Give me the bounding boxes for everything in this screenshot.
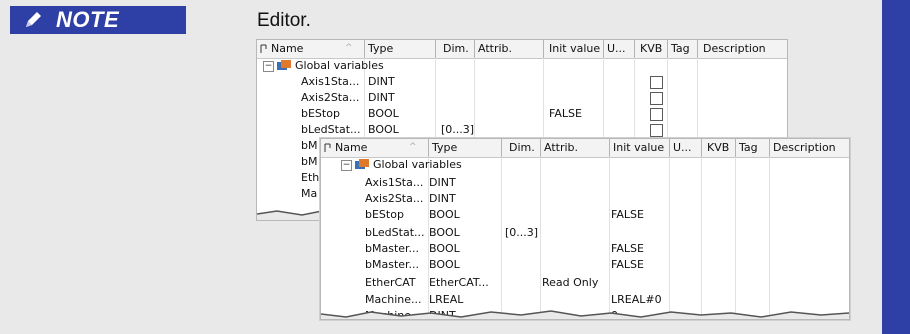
group-label: Global variables [373,158,462,171]
sort-arrow-icon[interactable]: ^ [345,43,353,53]
group-row[interactable]: − Global variables [321,157,849,173]
table-row[interactable]: Axis1Sta... DINT [257,74,787,90]
col-header-dim[interactable]: Dim. [443,42,469,55]
cell-type: EtherCAT... [429,276,489,289]
table-row[interactable]: bMaster... BOOL FALSE [321,241,849,257]
global-variables-icon [355,159,369,169]
table-row[interactable]: bEStop BOOL FALSE [321,207,849,223]
cell-type: DINT [429,176,456,189]
col-header-tag[interactable]: Tag [671,42,690,55]
collapse-icon[interactable]: − [341,160,352,171]
cell-dim: [0...3] [441,123,475,136]
table-row[interactable]: Machine... LREAL LREAL#0 [321,292,849,308]
column-chooser-icon[interactable] [323,142,333,154]
table-row[interactable]: Axis2Sta... DINT [321,191,849,207]
cell-type: DINT [429,192,456,205]
cell-name: bEStop [365,208,404,221]
table-row[interactable]: bMaster... BOOL FALSE [321,257,849,273]
col-header-name[interactable]: Name [335,141,367,154]
cell-name: Machine... [365,293,422,306]
cell-name: Axis2Sta... [365,192,424,205]
cell-name: Axis1Sta... [365,176,424,189]
cell-name: EtherCAT [365,276,416,289]
cell-name: Axis1Sta... [301,75,360,88]
pencil-icon [26,12,41,27]
col-header-kvb[interactable]: KVB [707,141,729,154]
col-header-init[interactable]: Init value [549,42,600,55]
col-header-type[interactable]: Type [432,141,457,154]
cell-init: FALSE [611,208,644,221]
cell-init: FALSE [611,258,644,271]
table-row[interactable]: bEStop BOOL FALSE [257,106,787,122]
collapse-icon[interactable]: − [263,61,274,72]
col-header-attrib[interactable]: Attrib. [478,42,512,55]
cell-type: BOOL [429,242,460,255]
torn-edge [321,310,849,319]
cell-type: BOOL [429,208,460,221]
global-variables-icon [277,60,291,70]
cell-type: BOOL [368,123,399,136]
note-sidebar: NOTE [0,0,188,334]
cell-name: bM [301,155,318,168]
cell-name: bMaster... [365,242,420,255]
table-row[interactable]: bLedStat... BOOL [0...3] [321,225,849,241]
cell-type: BOOL [429,226,460,239]
column-chooser-icon[interactable] [259,43,269,55]
note-label: NOTE [56,7,120,32]
kvb-checkbox[interactable] [650,124,663,137]
cell-name: bMaster... [365,258,420,271]
note-badge: NOTE [10,6,186,34]
col-header-description[interactable]: Description [703,42,766,55]
cell-init: FALSE [611,242,644,255]
cell-name: bM [301,139,318,152]
group-row[interactable]: − Global variables [257,58,787,74]
group-label: Global variables [295,59,384,72]
cell-type: BOOL [429,258,460,271]
cell-attrib: Read Only [542,276,599,289]
cell-name: Eth [301,171,320,184]
cell-type: BOOL [368,107,399,120]
col-header-type[interactable]: Type [368,42,393,55]
cell-name: bLedStat... [301,123,361,136]
grid-header: Name ^ Type Dim. Attrib. Init value U...… [257,40,787,59]
table-row[interactable]: Axis1Sta... DINT [321,175,849,191]
cell-type: DINT [368,75,395,88]
right-accent-bar [882,0,910,334]
cell-name: bLedStat... [365,226,425,239]
col-header-tag[interactable]: Tag [739,141,758,154]
cell-name: bEStop [301,107,340,120]
cell-type: DINT [368,91,395,104]
kvb-checkbox[interactable] [650,108,663,121]
col-header-unit[interactable]: U... [607,42,626,55]
cell-name: Axis2Sta... [301,91,360,104]
cell-name: Ma [301,187,318,200]
cell-dim: [0...3] [505,226,539,239]
cell-type: LREAL [429,293,464,306]
table-row[interactable]: EtherCAT EtherCAT... Read Only [321,275,849,291]
col-header-unit[interactable]: U... [673,141,692,154]
col-header-attrib[interactable]: Attrib. [544,141,578,154]
col-header-dim[interactable]: Dim. [509,141,535,154]
sort-arrow-icon[interactable]: ^ [409,142,417,152]
kvb-checkbox[interactable] [650,76,663,89]
editor-caption: Editor. [257,10,311,31]
col-header-kvb[interactable]: KVB [640,42,662,55]
kvb-checkbox[interactable] [650,92,663,105]
variable-grid-front: Name ^ Type Dim. Attrib. Init value U...… [320,138,850,320]
table-row[interactable]: Axis2Sta... DINT [257,90,787,106]
col-header-init[interactable]: Init value [613,141,664,154]
grid-header: Name ^ Type Dim. Attrib. Init value U...… [321,139,849,158]
table-row[interactable]: bLedStat... BOOL [0...3] [257,122,787,138]
cell-init: FALSE [549,107,582,120]
col-header-description[interactable]: Description [773,141,836,154]
col-header-name[interactable]: Name [271,42,303,55]
cell-init: LREAL#0 [611,293,662,306]
